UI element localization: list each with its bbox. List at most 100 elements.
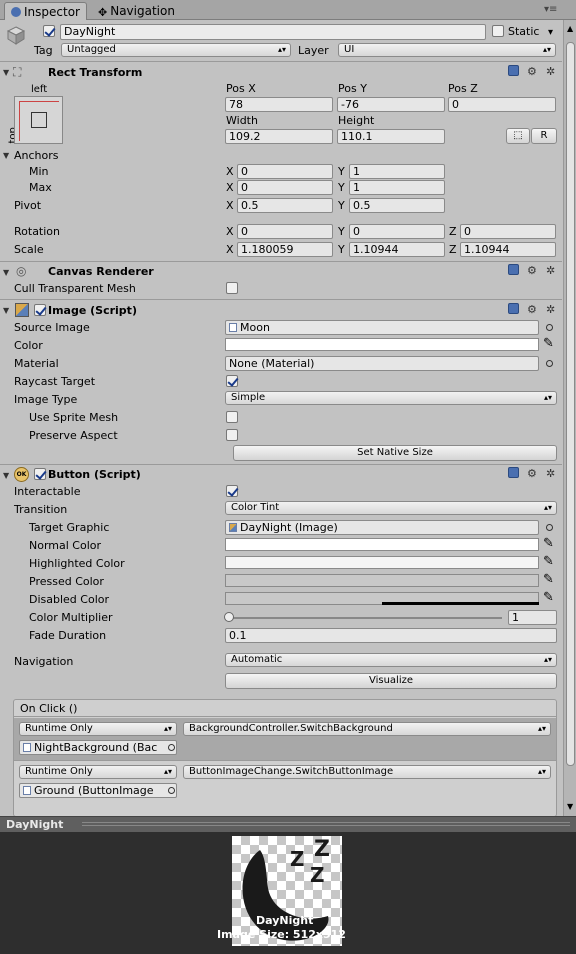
normal-color-swatch[interactable] [225, 538, 539, 551]
active-checkbox[interactable] [43, 25, 55, 37]
pressed-color-swatch[interactable] [225, 574, 539, 587]
rot-z-input[interactable]: 0 [460, 224, 556, 239]
runtime-mode-dropdown[interactable]: Runtime Only ▴▾ [19, 765, 177, 779]
scale-z-input[interactable]: 1.10944 [460, 242, 556, 257]
runtime-mode-dropdown[interactable]: Runtime Only ▴▾ [19, 722, 177, 736]
updown-icon: ▴▾ [543, 393, 552, 402]
function-dropdown[interactable]: BackgroundController.SwitchBackground ▴▾ [183, 722, 551, 736]
rot-y-input[interactable]: 0 [349, 224, 445, 239]
raycast-checkbox[interactable] [226, 375, 238, 387]
scroll-thumb[interactable] [566, 42, 575, 766]
help-icon[interactable] [508, 467, 519, 481]
fade-duration-input[interactable]: 0.1 [225, 628, 557, 643]
posz-label: Pos Z [448, 82, 478, 95]
material-field[interactable]: None (Material) [225, 356, 539, 371]
help-icon[interactable] [508, 65, 519, 79]
preserve-aspect-checkbox[interactable] [226, 429, 238, 441]
preview-header[interactable]: DayNight [0, 816, 576, 832]
settings-icon[interactable]: ⚙ [527, 467, 537, 480]
transition-dropdown[interactable]: Color Tint ▴▾ [225, 501, 557, 515]
gear-icon[interactable]: ✲ [546, 264, 555, 277]
max-y-input[interactable]: 1 [349, 180, 445, 195]
drag-handle[interactable] [82, 822, 570, 826]
image-enabled-checkbox[interactable] [34, 304, 46, 316]
max-x-input[interactable]: 0 [237, 180, 333, 195]
gear-icon[interactable]: ✲ [546, 65, 555, 78]
component-icons: ⚙ ✲ [508, 65, 556, 79]
pivot-x-input[interactable]: 0.5 [237, 198, 333, 213]
object-name-input[interactable]: DayNight [60, 24, 486, 40]
fold-arrow-icon[interactable]: ▼ [3, 151, 9, 160]
target-graphic-field[interactable]: DayNight (Image) [225, 520, 539, 535]
disabled-color-swatch[interactable] [225, 592, 539, 605]
navigation-dropdown[interactable]: Automatic ▴▾ [225, 653, 557, 667]
help-icon[interactable] [508, 303, 519, 317]
inspector-scrollbar[interactable]: ▲ ▼ [563, 20, 576, 816]
width-input[interactable]: 109.2 [225, 129, 333, 144]
object-picker-icon[interactable] [546, 360, 553, 367]
svg-text:Z: Z [310, 863, 325, 887]
multiplier-input[interactable]: 1 [508, 610, 557, 625]
object-picker-icon[interactable] [168, 787, 175, 794]
posx-input[interactable]: 78 [225, 97, 333, 112]
eyedropper-icon[interactable]: ✎ [543, 590, 554, 605]
rot-x-input[interactable]: 0 [237, 224, 333, 239]
scroll-up-icon[interactable]: ▲ [567, 24, 573, 33]
posy-input[interactable]: -76 [337, 97, 445, 112]
button-enabled-checkbox[interactable] [34, 468, 46, 480]
min-x-input[interactable]: 0 [237, 164, 333, 179]
scale-y-input[interactable]: 1.10944 [349, 242, 445, 257]
onclick-target-field[interactable]: NightBackground (Bac [19, 740, 177, 755]
preserve-aspect-label: Preserve Aspect [29, 429, 118, 442]
blueprint-button[interactable]: ⬚ [506, 128, 530, 144]
min-y-input[interactable]: 1 [349, 164, 445, 179]
object-picker-icon[interactable] [546, 324, 553, 331]
chevron-down-icon[interactable]: ▾ [548, 26, 553, 39]
interactable-checkbox[interactable] [226, 485, 238, 497]
object-picker-icon[interactable] [168, 744, 175, 751]
fold-arrow-icon[interactable]: ▼ [3, 471, 9, 480]
posz-input[interactable]: 0 [448, 97, 556, 112]
color-swatch[interactable] [225, 338, 539, 351]
layer-dropdown[interactable]: UI ▴▾ [338, 43, 556, 57]
eyedropper-icon[interactable]: ✎ [543, 536, 554, 551]
object-picker-icon[interactable] [546, 524, 553, 531]
visualize-button[interactable]: Visualize [225, 673, 557, 689]
eyedropper-icon[interactable]: ✎ [543, 572, 554, 587]
tag-dropdown[interactable]: Untagged ▴▾ [61, 43, 291, 57]
height-input[interactable]: 110.1 [337, 129, 445, 144]
multiplier-slider-thumb[interactable] [224, 612, 234, 622]
settings-icon[interactable]: ⚙ [527, 264, 537, 277]
static-checkbox[interactable] [492, 25, 504, 37]
pivot-y-input[interactable]: 0.5 [349, 198, 445, 213]
fold-arrow-icon[interactable]: ▼ [3, 306, 9, 315]
eyedropper-icon[interactable]: ✎ [543, 554, 554, 569]
settings-icon[interactable]: ⚙ [527, 303, 537, 316]
fold-arrow-icon[interactable]: ▼ [3, 68, 9, 77]
function-dropdown[interactable]: ButtonImageChange.SwitchButtonImage ▴▾ [183, 765, 551, 779]
help-icon[interactable] [508, 264, 519, 278]
alpha-bar [382, 602, 539, 605]
max-label: Max [29, 181, 52, 194]
highlighted-color-swatch[interactable] [225, 556, 539, 569]
settings-icon[interactable]: ⚙ [527, 65, 537, 78]
scroll-down-icon[interactable]: ▼ [567, 802, 573, 811]
raw-edit-button[interactable]: R [531, 128, 557, 144]
set-native-size-button[interactable]: Set Native Size [233, 445, 557, 461]
gear-icon[interactable]: ✲ [546, 467, 555, 480]
tab-inspector[interactable]: Inspector [4, 2, 87, 20]
tab-navigation[interactable]: ✥ Navigation [92, 2, 181, 20]
cull-checkbox[interactable] [226, 282, 238, 294]
onclick-target-field[interactable]: Ground (ButtonImage [19, 783, 177, 798]
anchor-preset-button[interactable] [14, 96, 63, 144]
multiplier-slider-track[interactable] [228, 617, 502, 619]
gear-icon[interactable]: ✲ [546, 303, 555, 316]
use-sprite-mesh-checkbox[interactable] [226, 411, 238, 423]
fold-arrow-icon[interactable]: ▼ [3, 268, 9, 277]
scale-y-letter: Y [338, 243, 345, 256]
scale-x-input[interactable]: 1.180059 [237, 242, 333, 257]
eyedropper-icon[interactable]: ✎ [543, 336, 554, 351]
source-image-field[interactable]: Moon [225, 320, 539, 335]
menu-icon[interactable]: ▾≡ [544, 4, 557, 15]
image-type-dropdown[interactable]: Simple ▴▾ [225, 391, 557, 405]
